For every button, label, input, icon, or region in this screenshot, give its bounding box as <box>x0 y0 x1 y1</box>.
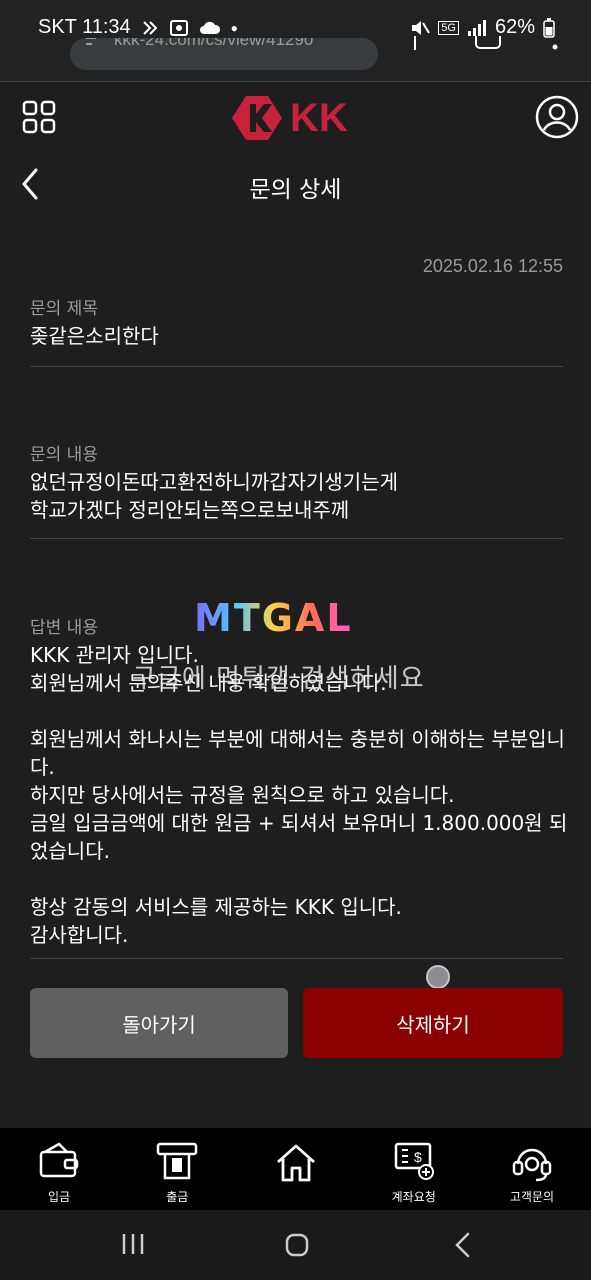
inquiry-date: 2025.02.16 12:55 <box>422 256 563 276</box>
tabs-icon[interactable] <box>474 36 502 52</box>
nav-support[interactable]: 고객문의 <box>473 1128 591 1210</box>
nav-deposit-label: 입금 <box>48 1190 71 1204</box>
nav-home[interactable] <box>236 1128 354 1210</box>
floating-handle[interactable] <box>426 965 450 989</box>
site-header: KK <box>0 82 591 154</box>
nav-deposit[interactable]: 입금 <box>0 1128 118 1210</box>
browser-menu-icon[interactable] <box>550 40 560 54</box>
nav-account-request-label: 계좌요청 <box>391 1190 436 1204</box>
signal-icon <box>467 19 486 36</box>
watermark-logo: MTGAL <box>194 596 353 640</box>
recent-apps-icon[interactable] <box>120 1232 146 1256</box>
atm-icon <box>157 1142 198 1180</box>
notification-dot: ● <box>230 20 238 35</box>
content-line-1: 없던규정이돈따고환전하니까갑자기생기는게 <box>30 470 398 494</box>
nav-support-label: 고객문의 <box>509 1190 554 1204</box>
app-icon <box>142 20 158 35</box>
account-request-icon: $ <box>394 1142 434 1180</box>
divider <box>30 958 563 959</box>
carrier-time: SKT 11:34 <box>38 16 131 38</box>
svg-text:$: $ <box>414 1149 422 1165</box>
nav-withdraw[interactable]: 출금 <box>118 1128 236 1210</box>
network-type: 5G <box>438 20 459 35</box>
grid-menu-icon[interactable] <box>22 100 56 134</box>
browser-add-icon[interactable] <box>404 36 426 50</box>
battery-icon <box>543 17 555 38</box>
site-info-icon[interactable] <box>82 38 106 56</box>
nav-account-request[interactable]: $ 계좌요청 <box>355 1128 473 1210</box>
system-back-icon[interactable] <box>452 1232 474 1258</box>
answer-label: 답변 내용 <box>30 618 98 638</box>
subject-value: 좆같은소리한다 <box>30 324 159 348</box>
system-nav-bar <box>0 1210 591 1280</box>
bottom-nav: 입금 출금 $ 계좌요청 고객문의 <box>0 1128 591 1210</box>
cloud-icon <box>199 21 220 34</box>
page-title: 문의 상세 <box>249 177 342 203</box>
nav-withdraw-label: 출금 <box>166 1190 189 1204</box>
subject-label: 문의 제목 <box>30 299 98 319</box>
divider <box>30 366 563 367</box>
content-label: 문의 내용 <box>30 445 98 465</box>
title-bar: 문의 상세 <box>0 154 591 214</box>
user-profile-icon[interactable] <box>534 94 580 140</box>
divider <box>30 538 563 539</box>
headset-icon <box>512 1148 552 1182</box>
url-bar[interactable]: kkk-24.com/cs/view/41290 <box>70 38 378 70</box>
delete-button[interactable]: 삭제하기 <box>303 988 563 1058</box>
screenshot-icon <box>169 19 188 36</box>
wallet-icon <box>39 1142 79 1178</box>
url-text[interactable]: kkk-24.com/cs/view/41290 <box>114 38 313 50</box>
brand-text: KK <box>290 96 348 140</box>
brand-logo[interactable]: KK <box>232 92 362 144</box>
back-button[interactable]: 돌아가기 <box>30 988 288 1058</box>
content-line-2: 학교가겠다 정리안되는쪽으로보내주께 <box>30 498 350 522</box>
home-icon <box>276 1144 315 1182</box>
watermark-text: 구글에 먹튀갤 검색하세요 <box>132 664 425 694</box>
mute-icon <box>412 20 431 35</box>
status-left: SKT 11:34 ● <box>38 16 238 39</box>
home-button-icon[interactable] <box>284 1232 310 1258</box>
